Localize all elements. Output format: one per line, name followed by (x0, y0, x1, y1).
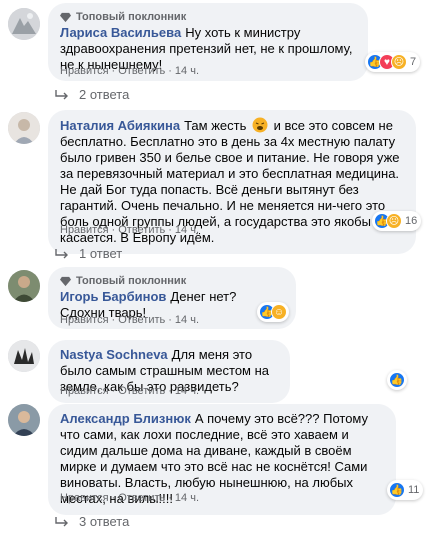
weary-face-icon (252, 117, 268, 133)
separator: · (168, 224, 172, 236)
comment-actions: Нравится · Ответить · 14 ч. (60, 491, 199, 505)
timestamp[interactable]: 14 ч. (175, 313, 199, 327)
sad-icon: ☹ (391, 54, 407, 70)
avatar[interactable] (8, 404, 40, 436)
author-name[interactable]: Наталия Абиякина (60, 118, 180, 133)
comment-text: Там жесть (184, 118, 247, 133)
reply-button[interactable]: Ответить (118, 384, 165, 398)
separator: · (168, 65, 172, 77)
separator: · (168, 385, 172, 397)
like-button[interactable]: Нравится (60, 491, 109, 505)
like-button[interactable]: Нравится (60, 384, 109, 398)
reactions-summary[interactable]: 👍 ☹ 16 (372, 211, 422, 231)
avatar[interactable] (8, 340, 40, 372)
sad-icon: ☹ (386, 213, 402, 229)
separator: · (111, 224, 116, 236)
like-icon: 👍 (389, 482, 405, 498)
separator: · (111, 385, 116, 397)
separator: · (111, 492, 116, 504)
haha-icon: ☺ (271, 304, 287, 320)
like-button[interactable]: Нравится (60, 64, 109, 78)
separator: · (168, 314, 172, 326)
reply-arrow-icon (55, 90, 68, 100)
timestamp[interactable]: 14 ч. (175, 64, 199, 78)
author-name[interactable]: Игорь Барбинов (60, 289, 166, 304)
comment-actions: Нравится · Ответить · 14 ч. (60, 313, 199, 327)
avatar[interactable] (8, 270, 40, 302)
timestamp[interactable]: 14 ч. (175, 223, 199, 237)
separator: · (168, 492, 172, 504)
reply-arrow-icon (55, 249, 68, 259)
diamond-icon (60, 12, 71, 22)
comment-actions: Нравится · Ответить · 14 ч. (60, 223, 199, 237)
reply-button[interactable]: Ответить (118, 491, 165, 505)
comment-actions: Нравится · Ответить · 14 ч. (60, 64, 199, 78)
reactions-summary[interactable]: 👍 (387, 370, 407, 390)
view-replies-link[interactable]: 1 ответ (55, 246, 122, 262)
avatar[interactable] (8, 112, 40, 144)
view-replies-link[interactable]: 3 ответа (55, 514, 129, 530)
avatar[interactable] (8, 8, 40, 40)
view-replies-link[interactable]: 2 ответа (55, 87, 129, 103)
reactions-summary[interactable]: 👍 ♥ ☹ 7 (365, 52, 421, 72)
top-fan-badge: Топовый поклонник (60, 274, 284, 288)
timestamp[interactable]: 14 ч. (175, 384, 199, 398)
separator: · (111, 314, 116, 326)
top-fan-badge: Топовый поклонник (60, 10, 356, 24)
separator: · (111, 65, 116, 77)
like-button[interactable]: Нравится (60, 313, 109, 327)
comment-actions: Нравится · Ответить · 14 ч. (60, 384, 199, 398)
reaction-count: 16 (405, 215, 418, 227)
replies-count: 3 ответа (79, 514, 130, 529)
reactions-summary[interactable]: 👍 11 (387, 480, 424, 500)
like-icon: 👍 (389, 372, 405, 388)
badge-label: Топовый поклонник (76, 11, 187, 23)
author-name[interactable]: Лариса Васильева (60, 25, 181, 40)
diamond-icon (60, 276, 71, 286)
author-name[interactable]: Александр Близнюк (60, 411, 191, 426)
badge-label: Топовый поклонник (76, 275, 187, 287)
reaction-count: 11 (408, 484, 420, 496)
reply-button[interactable]: Ответить (118, 313, 165, 327)
reactions-summary[interactable]: 👍 ☺ (257, 302, 289, 322)
reply-arrow-icon (55, 517, 68, 527)
like-button[interactable]: Нравится (60, 223, 109, 237)
reaction-count: 7 (410, 56, 417, 68)
timestamp[interactable]: 14 ч. (175, 491, 199, 505)
replies-count: 1 ответ (79, 246, 123, 261)
author-name[interactable]: Nastya Sochneva (60, 347, 168, 362)
reply-button[interactable]: Ответить (118, 64, 165, 78)
replies-count: 2 ответа (79, 87, 130, 102)
reply-button[interactable]: Ответить (118, 223, 165, 237)
